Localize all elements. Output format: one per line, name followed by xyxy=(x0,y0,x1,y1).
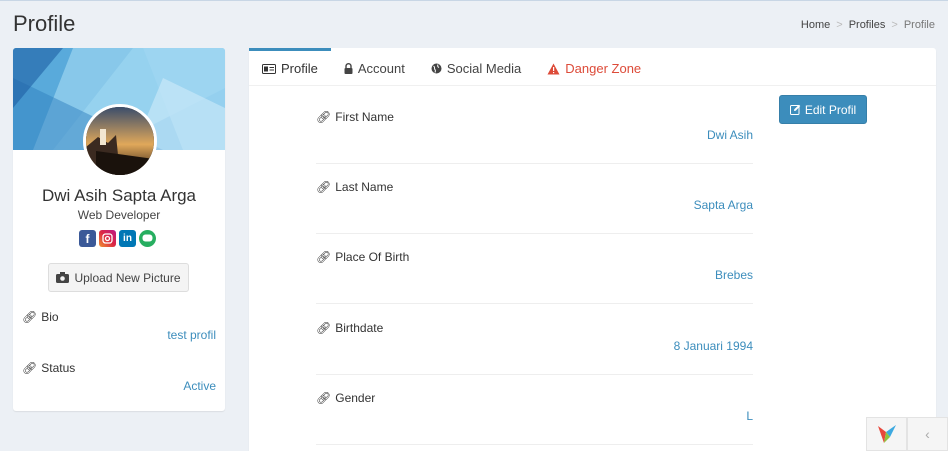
breadcrumb: Home > Profiles > Profile xyxy=(801,19,935,31)
status-label: 🔗︎ Status xyxy=(22,361,76,375)
upload-picture-button[interactable]: Upload New Picture xyxy=(48,263,189,292)
field-first-name: 🔗︎ First Name Dwi Asih xyxy=(316,94,753,164)
field-value: 8 Januari 1994 xyxy=(673,339,753,353)
field-value: Brebes xyxy=(714,268,753,282)
facebook-icon[interactable]: f xyxy=(79,230,96,247)
edit-profile-button[interactable]: Edit Profil xyxy=(779,95,867,124)
warning-icon xyxy=(547,63,560,74)
link-icon: 🔗︎ xyxy=(22,310,38,324)
profile-job: Web Developer xyxy=(77,208,161,222)
field-last-name: 🔗︎ Last Name Sapta Arga xyxy=(316,164,753,234)
field-value: Dwi Asih xyxy=(706,128,753,142)
breadcrumb-current: Profile xyxy=(903,19,935,31)
breadcrumb-home[interactable]: Home xyxy=(801,19,830,31)
field-label: 🔗︎ Birthdate xyxy=(316,321,384,335)
link-icon: 🔗︎ xyxy=(316,250,332,264)
link-icon: 🔗︎ xyxy=(316,391,332,405)
breadcrumb-profiles[interactable]: Profiles xyxy=(849,19,886,31)
breadcrumb-separator: > xyxy=(891,19,898,31)
page-title: Profile xyxy=(13,11,76,36)
tab-profile[interactable]: Profile xyxy=(249,48,331,86)
yii-debug-icon[interactable] xyxy=(866,417,907,451)
field-label: 🔗︎ Last Name xyxy=(316,180,394,194)
camera-icon xyxy=(56,272,70,283)
field-value: L xyxy=(746,409,753,423)
social-links: f in xyxy=(79,230,156,247)
link-icon: 🔗︎ xyxy=(316,180,332,194)
field-birthdate: 🔗︎ Birthdate 8 Januari 1994 xyxy=(316,305,753,375)
lock-icon xyxy=(344,63,353,74)
profile-panel: Profile Account Social Media Danger Zone… xyxy=(249,48,936,451)
field-label: 🔗︎ Gender xyxy=(316,391,376,405)
link-icon: 🔗︎ xyxy=(22,361,38,375)
instagram-icon[interactable] xyxy=(99,230,116,247)
field-label: 🔗︎ First Name xyxy=(316,110,394,124)
link-icon: 🔗︎ xyxy=(316,321,332,335)
field-place-of-birth: 🔗︎ Place Of Birth Brebes xyxy=(316,234,753,304)
field-label: 🔗︎ Place Of Birth xyxy=(316,250,410,264)
field-value: Sapta Arga xyxy=(693,198,753,212)
upload-picture-label: Upload New Picture xyxy=(74,270,181,285)
tab-danger-zone[interactable]: Danger Zone xyxy=(534,48,654,86)
id-card-icon xyxy=(262,63,276,74)
top-border xyxy=(0,0,948,1)
bio-label: 🔗︎ Bio xyxy=(22,310,59,324)
linkedin-icon[interactable]: in xyxy=(119,230,136,247)
globe-icon xyxy=(431,63,442,74)
breadcrumb-separator: > xyxy=(836,19,843,31)
status-value: Active xyxy=(183,379,216,393)
tab-social-media[interactable]: Social Media xyxy=(418,48,534,86)
bio-value: test profil xyxy=(167,328,216,342)
profile-name: Dwi Asih Sapta Arga xyxy=(41,186,197,205)
avatar xyxy=(83,104,157,178)
edit-icon xyxy=(789,104,801,115)
field-gender: 🔗︎ Gender L xyxy=(316,375,753,445)
tab-bar: Profile Account Social Media Danger Zone xyxy=(249,48,936,86)
link-icon: 🔗︎ xyxy=(316,110,332,124)
tab-account[interactable]: Account xyxy=(331,48,418,86)
profile-card: Dwi Asih Sapta Arga Web Developer f in U… xyxy=(13,48,225,411)
collapse-toolbar-icon[interactable]: ‹ xyxy=(907,417,948,451)
line-icon[interactable] xyxy=(139,230,156,247)
